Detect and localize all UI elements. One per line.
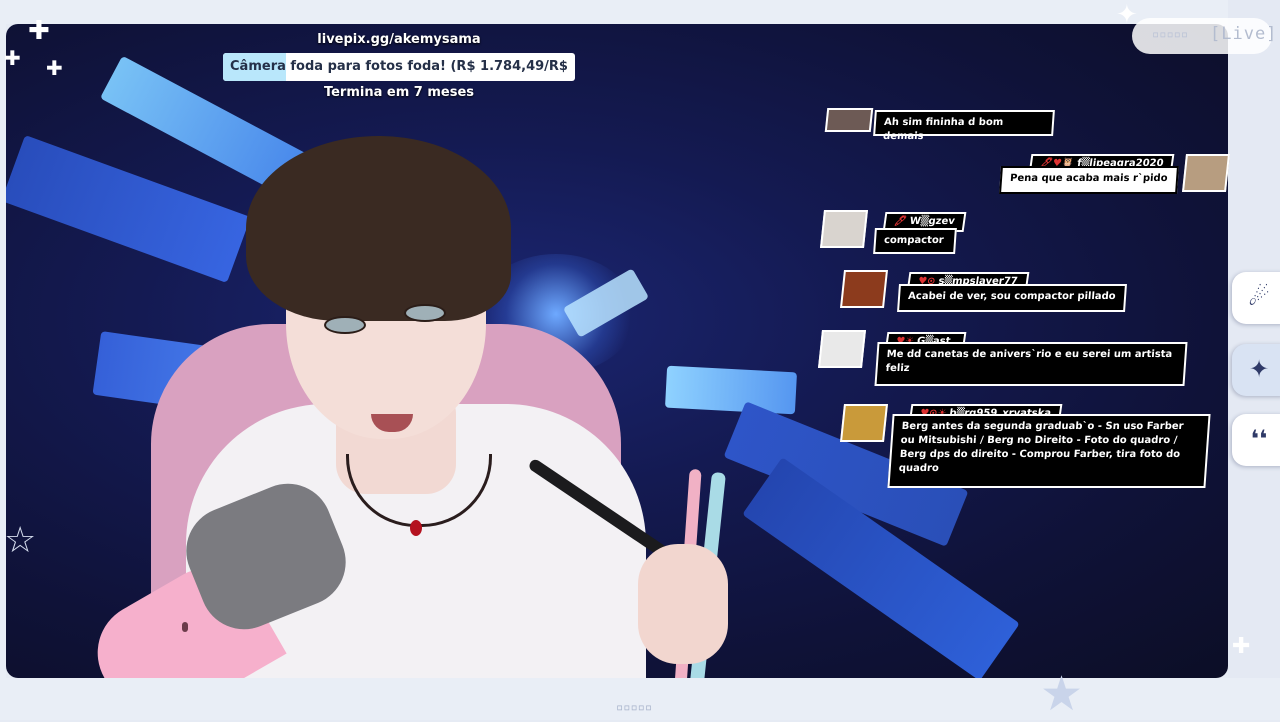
chat-avatar — [824, 108, 874, 132]
chat-message-text: Pena que acaba mais r`pido — [999, 166, 1179, 194]
side-button-quote[interactable]: ❛❛ — [1232, 414, 1280, 466]
chat-message-text: Berg antes da segunda graduab`o - Sn uso… — [887, 414, 1211, 488]
sparkle-icon: ✚ — [4, 46, 21, 70]
chat-badges: 🖊 — [893, 216, 908, 227]
chat-message-text: Acabei de ver, sou compactor pillado — [897, 284, 1127, 312]
streamer-eye — [404, 304, 446, 322]
streamer-hair — [246, 136, 511, 321]
star-icon: ★ — [1040, 666, 1084, 722]
bottom-dots: ▫▫▫▫▫ — [616, 700, 653, 714]
goal-text: Câmera foda para fotos foda! (R$ 1.784,4… — [230, 59, 568, 74]
sparkle-icon: ✚ — [46, 56, 63, 80]
chat-avatar — [818, 330, 866, 368]
necklace-pendant — [410, 520, 422, 536]
chat-message-text: compactor — [873, 228, 957, 254]
background-beam — [664, 365, 798, 415]
streamer-hand — [638, 544, 728, 664]
chat-message-text: Me dd canetas de anivers`rio e eu serei … — [874, 342, 1188, 386]
side-button-sparkle[interactable]: ✦ — [1232, 344, 1280, 396]
sparkle-icon: ✚ — [1232, 634, 1251, 659]
chat-avatar — [820, 210, 868, 248]
sparkle-icon: ✦ — [1248, 355, 1270, 383]
sparkle-icon: ✚ — [28, 16, 50, 46]
quote-icon: ❛❛ — [1250, 425, 1268, 453]
live-label: [Live] — [1210, 24, 1278, 44]
star-icon: ☆ — [4, 520, 37, 561]
frame-top — [0, 0, 1280, 24]
chat-avatar — [840, 404, 888, 442]
microphone-indicator — [182, 622, 188, 632]
goal-ends: Termina em 7 meses — [323, 85, 475, 100]
chat-avatar — [840, 270, 888, 308]
goal-url: livepix.gg/akemysama — [317, 32, 481, 47]
sparkle-icon: ✦ — [1116, 0, 1138, 30]
planet-icon: ☄ — [1248, 283, 1270, 311]
chat-avatar — [1182, 154, 1230, 192]
live-dots: ▫▫▫▫▫ — [1152, 27, 1189, 41]
streamer-eye — [324, 316, 366, 334]
goal-progress-bar: Câmera foda para fotos foda! (R$ 1.784,4… — [223, 53, 575, 81]
chat-message-text: Ah sim fininha d bom demais — [873, 110, 1055, 142]
side-button-planet[interactable]: ☄ — [1232, 272, 1280, 324]
